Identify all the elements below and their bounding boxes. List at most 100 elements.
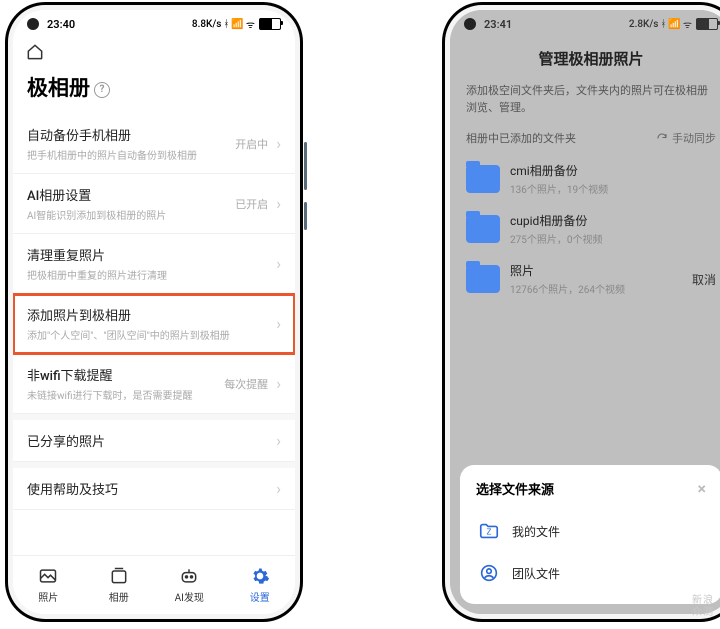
section-label: 相册中已添加的文件夹 — [466, 130, 576, 146]
row-meta: 开启中 — [235, 136, 268, 152]
chevron-right-icon: › — [276, 134, 281, 153]
folder-name: cupid相册备份 — [510, 212, 716, 229]
chevron-right-icon: › — [276, 431, 281, 450]
folder-meta: 275个照片，0个视频 — [510, 231, 716, 246]
gear-icon — [250, 566, 270, 586]
row-title: 添加照片到极相册 — [27, 305, 268, 324]
status-time: 23:40 — [47, 18, 75, 31]
team-icon — [478, 562, 500, 584]
folder-icon — [466, 165, 500, 193]
chevron-right-icon: › — [276, 314, 281, 333]
section-header: 相册中已添加的文件夹 手动同步 — [450, 126, 720, 154]
wifi-icon: ᯤ — [246, 17, 255, 31]
folder-row[interactable]: cupid相册备份 275个照片，0个视频 — [450, 204, 720, 254]
folder-meta: 12766个照片，264个视频 — [510, 281, 682, 296]
settings-row[interactable]: 清理重复照片把极相册中重复的照片进行清理 › — [13, 234, 295, 294]
side-button — [304, 202, 307, 230]
file-icon: Z — [478, 520, 500, 542]
row-subtitle: 把手机相册中的照片自动备份到极相册 — [27, 147, 227, 162]
sheet-item-myfiles[interactable]: Z 我的文件 — [476, 510, 706, 552]
robot-icon — [179, 566, 199, 586]
camera-cutout — [27, 18, 39, 30]
screen-right: 23:41 2.8K/s ᚼ 📶 ᯤ 管理极相册照片 添加极空间文件夹后，文件夹… — [450, 10, 720, 614]
wifi-icon: ᯤ — [683, 17, 692, 31]
refresh-icon — [656, 132, 668, 144]
chevron-right-icon: › — [276, 254, 281, 273]
tab-label: 相册 — [109, 589, 129, 604]
row-title: AI相册设置 — [27, 185, 227, 204]
row-meta: 每次提醒 — [224, 376, 268, 392]
folder-row[interactable]: cmi相册备份 136个照片，19个视频 — [450, 154, 720, 204]
tab-ai[interactable]: AI发现 — [154, 556, 225, 614]
row-title: 清理重复照片 — [27, 245, 268, 264]
tab-photos[interactable]: 照片 — [13, 556, 84, 614]
row-subtitle: 添加"个人空间"、"团队空间"中的照片到极相册 — [27, 327, 268, 342]
row-title: 非wifi下载提醒 — [27, 365, 216, 384]
home-icon[interactable] — [25, 42, 45, 62]
bluetooth-icon: ᚼ — [223, 19, 229, 30]
watermark: 新浪众测 — [692, 595, 714, 619]
sheet-item-label: 我的文件 — [512, 523, 560, 540]
settings-row[interactable]: 非wifi下载提醒未链接wifi进行下载时，是否需要提醒每次提醒 › — [13, 354, 295, 414]
sheet-title: 选择文件来源 — [476, 479, 554, 498]
bluetooth-icon: ᚼ — [660, 19, 666, 30]
svg-text:Z: Z — [487, 528, 492, 538]
tab-bar: 照片 相册 AI发现 设置 — [13, 555, 295, 614]
row-title: 使用帮助及技巧 — [27, 479, 268, 498]
settings-row[interactable]: AI相册设置 AI智能识别添加到极相册的照片已开启 › — [13, 174, 295, 234]
settings-row[interactable]: 使用帮助及技巧 › — [13, 468, 295, 510]
signal-icon: 📶 — [668, 19, 680, 30]
sheet-item-teamfiles[interactable]: 团队文件 — [476, 552, 706, 594]
chevron-right-icon: › — [276, 374, 281, 393]
settings-list: 自动备份手机相册把手机相册中的照片自动备份到极相册开启中 › AI相册设置 AI智能识… — [13, 114, 295, 510]
header — [13, 36, 295, 72]
page-title: 管理极相册照片 — [450, 44, 720, 79]
page-title: 极相册? — [13, 72, 295, 114]
status-time: 23:41 — [484, 18, 512, 31]
folder-name: 照片 — [510, 262, 682, 279]
sync-button[interactable]: 手动同步 — [656, 130, 716, 146]
row-subtitle: AI智能识别添加到极相册的照片 — [27, 207, 227, 222]
status-net: 2.8K/s — [629, 19, 659, 30]
tab-label: 设置 — [250, 589, 270, 604]
status-bar: 23:40 8.8K/s ᚼ 📶 ᯤ — [13, 10, 295, 36]
phone-left: 23:40 8.8K/s ᚼ 📶 ᯤ 极相册? 自动备份手机相册把手机相册中的照… — [5, 2, 303, 622]
camera-cutout — [464, 18, 476, 30]
status-net: 8.8K/s — [192, 19, 222, 30]
help-icon[interactable]: ? — [94, 82, 110, 98]
settings-row[interactable]: 自动备份手机相册把手机相册中的照片自动备份到极相册开启中 › — [13, 114, 295, 174]
chevron-right-icon: › — [276, 194, 281, 213]
folder-icon — [466, 265, 500, 293]
tab-label: AI发现 — [175, 589, 204, 604]
row-title: 自动备份手机相册 — [27, 125, 227, 144]
folder-row[interactable]: 照片 12766个照片，264个视频取消 — [450, 254, 720, 304]
row-meta: 已开启 — [235, 196, 268, 212]
status-bar: 23:41 2.8K/s ᚼ 📶 ᯤ — [450, 10, 720, 36]
folder-icon — [466, 215, 500, 243]
tab-label: 照片 — [38, 589, 58, 604]
cancel-button[interactable]: 取消 — [692, 271, 716, 288]
close-icon[interactable]: × — [698, 479, 707, 498]
photo-icon — [38, 566, 58, 586]
folder-name: cmi相册备份 — [510, 162, 716, 179]
battery-icon — [696, 18, 718, 30]
row-subtitle: 未链接wifi进行下载时，是否需要提醒 — [27, 387, 216, 402]
bottom-sheet: 选择文件来源 × Z 我的文件 团队文件 — [460, 465, 720, 604]
chevron-right-icon: › — [276, 479, 281, 498]
row-title: 已分享的照片 — [27, 431, 268, 450]
sheet-item-label: 团队文件 — [512, 565, 560, 582]
screen-left: 23:40 8.8K/s ᚼ 📶 ᯤ 极相册? 自动备份手机相册把手机相册中的照… — [13, 10, 295, 614]
battery-icon — [259, 18, 281, 30]
settings-row[interactable]: 已分享的照片 › — [13, 420, 295, 462]
page-description: 添加极空间文件夹后，文件夹内的照片可在极相册浏览、管理。 — [450, 79, 720, 126]
tab-settings[interactable]: 设置 — [225, 556, 296, 614]
phone-right: 23:41 2.8K/s ᚼ 📶 ᯤ 管理极相册照片 添加极空间文件夹后，文件夹… — [442, 2, 720, 622]
folder-meta: 136个照片，19个视频 — [510, 181, 716, 196]
signal-icon: 📶 — [231, 19, 243, 30]
row-subtitle: 把极相册中重复的照片进行清理 — [27, 267, 268, 282]
side-button — [304, 142, 307, 190]
album-icon — [109, 566, 129, 586]
folder-list: cmi相册备份136个照片，19个视频cupid相册备份275个照片，0个视频照… — [450, 154, 720, 304]
tab-albums[interactable]: 相册 — [84, 556, 155, 614]
settings-row[interactable]: 添加照片到极相册添加"个人空间"、"团队空间"中的照片到极相册 › — [13, 294, 295, 354]
